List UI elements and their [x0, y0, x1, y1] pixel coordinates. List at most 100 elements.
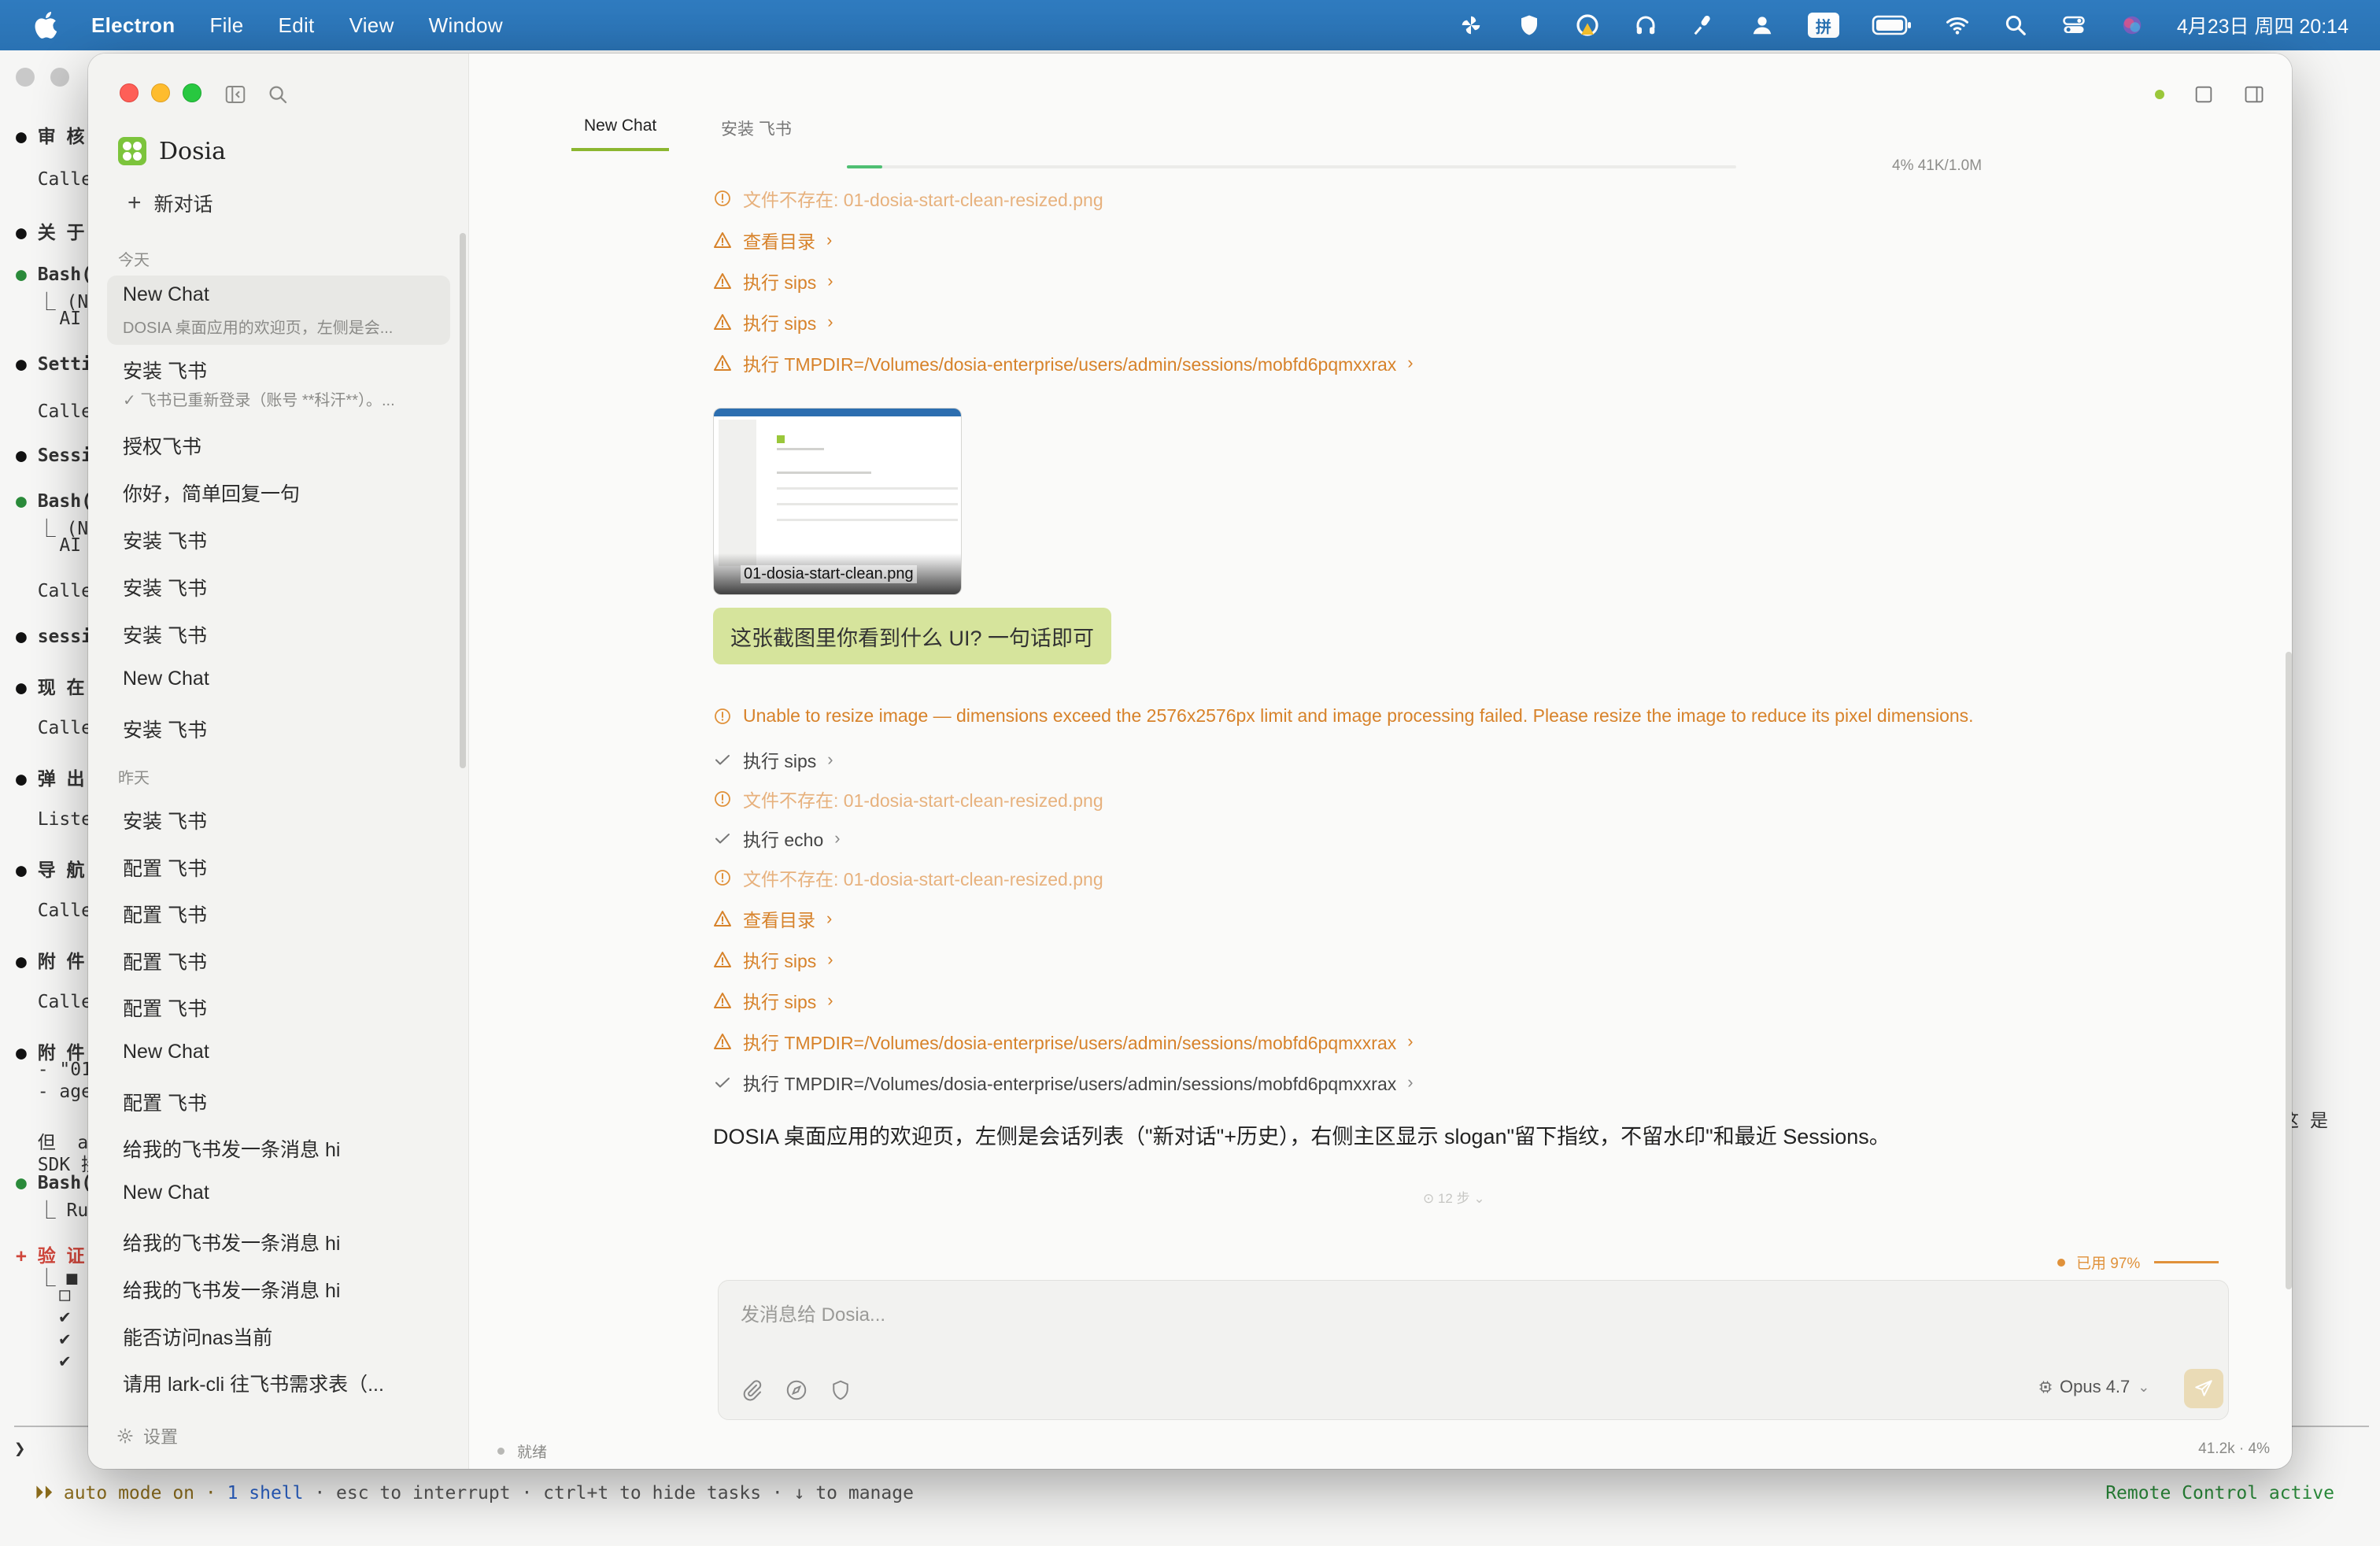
shield-icon[interactable] — [829, 1378, 852, 1402]
terminal-minimize-button[interactable] — [50, 68, 69, 87]
tab-install-feishu[interactable]: 安装 飞书 — [708, 117, 804, 153]
tab-new-chat[interactable]: New Chat — [571, 117, 670, 151]
info-icon — [713, 868, 732, 887]
gear-icon — [117, 1428, 133, 1444]
battery-icon[interactable] — [1872, 12, 1913, 39]
headphones-icon[interactable] — [1632, 12, 1659, 39]
check-icon — [713, 750, 732, 769]
session-item[interactable]: 你好，简单回复一句 — [107, 474, 450, 512]
tool-call-row[interactable]: 执行 TMPDIR=/Volumes/dosia-enterprise/user… — [713, 1028, 1414, 1055]
terminal-line: ● 审 核 — [16, 121, 85, 148]
shell-count-text: 1 shell — [227, 1483, 304, 1503]
tab-bar: New Chat 安装 飞书 — [469, 54, 2292, 156]
attachment-thumbnail[interactable]: 01-dosia-start-clean.png — [713, 408, 962, 595]
sidebar: Dosia + 新对话 今天 New Chat DOSIA 桌面应用的欢迎页，左… — [88, 54, 469, 1469]
tool-call-row[interactable]: 执行 echo › — [713, 825, 841, 852]
session-item[interactable]: 配置 飞书 — [107, 942, 450, 980]
terminal-line: - age — [16, 1082, 92, 1102]
terminal-line: Calle — [16, 992, 92, 1012]
session-item[interactable]: 安装 飞书 — [107, 801, 450, 839]
session-title: 授权飞书 — [123, 436, 202, 458]
zoom-window-button[interactable] — [183, 83, 201, 102]
terminal-line: AI — [16, 535, 81, 556]
menu-bar-clock[interactable]: 4月23日 周四 20:14 — [2177, 11, 2349, 39]
terminal-line: ● Sessi — [16, 446, 92, 466]
search-icon[interactable] — [266, 83, 290, 106]
microphone-icon[interactable] — [1691, 12, 1717, 39]
session-item[interactable]: 安装 飞书 ✓ 飞书已重新登录（账号 **科汗**）。... — [107, 348, 450, 412]
pinwheel-icon[interactable] — [1458, 12, 1484, 39]
menu-app-name[interactable]: Electron — [91, 13, 175, 38]
compass-icon[interactable] — [785, 1378, 808, 1402]
menu-edit[interactable]: Edit — [279, 13, 315, 38]
session-item[interactable]: 给我的飞书发一条消息 hi — [107, 1130, 450, 1167]
model-selector[interactable]: Opus 4.7 ⌄ — [2038, 1377, 2149, 1397]
session-item[interactable]: 安装 飞书 — [107, 710, 450, 748]
search-icon[interactable] — [2002, 12, 2029, 39]
session-item[interactable]: 给我的飞书发一条消息 hi — [107, 1223, 450, 1261]
menu-file[interactable]: File — [209, 13, 243, 38]
tool-call-row[interactable]: 执行 TMPDIR=/Volumes/dosia-enterprise/user… — [713, 1069, 1414, 1096]
menu-window[interactable]: Window — [429, 13, 503, 38]
terminal-line-text: 现 在 — [26, 678, 85, 698]
terminal-line: ✔ — [16, 1329, 70, 1349]
session-item[interactable]: 配置 飞书 — [107, 849, 450, 886]
session-item[interactable]: 配置 飞书 — [107, 895, 450, 933]
shield-icon[interactable] — [1516, 12, 1543, 39]
minimize-window-button[interactable] — [151, 83, 170, 102]
tool-call-row[interactable]: 执行 sips › — [713, 268, 833, 294]
settings-button[interactable]: 设置 — [116, 1423, 178, 1448]
tool-call-row[interactable]: 查看目录 › — [713, 227, 832, 253]
attach-icon[interactable] — [741, 1378, 764, 1402]
session-item[interactable]: 配置 飞书 — [107, 989, 450, 1026]
send-button[interactable] — [2184, 1369, 2223, 1408]
steps-toggle[interactable]: ⊙ 12 步 ⌄ — [1423, 1187, 1485, 1207]
tool-call-row[interactable]: 执行 TMPDIR=/Volumes/dosia-enterprise/user… — [713, 350, 1414, 376]
window-layout-icon[interactable] — [2193, 83, 2215, 105]
toggle-panel-icon[interactable] — [2243, 83, 2265, 105]
wifi-icon[interactable] — [1944, 12, 1971, 39]
terminal-window-controls — [16, 68, 69, 87]
new-chat-button[interactable]: + 新对话 — [128, 189, 213, 217]
conversation-scrollbar[interactable] — [2286, 652, 2292, 1289]
sidebar-scrollbar[interactable] — [460, 233, 466, 768]
chevron-right-icon: › — [834, 828, 841, 848]
terminal-line: ⎿ Ru — [16, 1195, 89, 1222]
control-center-icon[interactable] — [2060, 12, 2087, 39]
user-icon[interactable] — [1749, 12, 1776, 39]
session-item[interactable]: New Chat — [107, 1177, 450, 1215]
terminal-prompt[interactable]: ❯ — [14, 1437, 25, 1459]
siri-icon[interactable] — [2119, 12, 2145, 39]
terminal-close-button[interactable] — [16, 68, 35, 87]
session-item-active[interactable]: New Chat DOSIA 桌面应用的欢迎页，左侧是会... — [107, 276, 450, 345]
session-item[interactable]: 给我的飞书发一条消息 hi — [107, 1270, 450, 1308]
session-item[interactable]: 安装 飞书 — [107, 568, 450, 606]
tool-call-row[interactable]: 执行 sips › — [713, 746, 833, 773]
session-item[interactable]: 请用 lark-cli 往飞书需求表（... — [107, 1364, 450, 1402]
session-title: 配置 飞书 — [123, 951, 207, 974]
session-item[interactable]: New Chat — [107, 1036, 450, 1074]
message-input[interactable] — [741, 1300, 2079, 1331]
tool-call-row[interactable]: 执行 sips › — [713, 987, 833, 1014]
session-item[interactable]: 安装 飞书 — [107, 616, 450, 653]
brand-name: Dosia — [159, 137, 226, 165]
session-item[interactable]: New Chat — [107, 663, 450, 701]
session-item[interactable]: 安装 飞书 — [107, 521, 450, 559]
close-window-button[interactable] — [120, 83, 139, 102]
thumbnail-line — [777, 448, 824, 450]
session-item[interactable]: 配置 飞书 — [107, 1083, 450, 1121]
cloud-warning-icon[interactable] — [1574, 12, 1601, 39]
session-title: New Chat — [123, 283, 209, 305]
collapse-sidebar-icon[interactable] — [224, 83, 247, 106]
terminal-line: ● Setti — [16, 354, 92, 375]
menu-view[interactable]: View — [349, 13, 394, 38]
tool-call-row[interactable]: 执行 sips › — [713, 309, 833, 335]
session-item[interactable]: 授权飞书 — [107, 427, 450, 464]
terminal-bullet: ● — [16, 678, 27, 698]
tool-call-row[interactable]: 查看目录 › — [713, 905, 832, 932]
session-item[interactable]: 能否访问nas当前 — [107, 1318, 450, 1356]
tool-call-row[interactable]: 执行 sips › — [713, 946, 833, 973]
input-method-icon[interactable]: 拼 — [1807, 12, 1840, 39]
apple-logo-icon[interactable] — [31, 9, 63, 41]
session-title: 你好，简单回复一句 — [123, 483, 301, 505]
